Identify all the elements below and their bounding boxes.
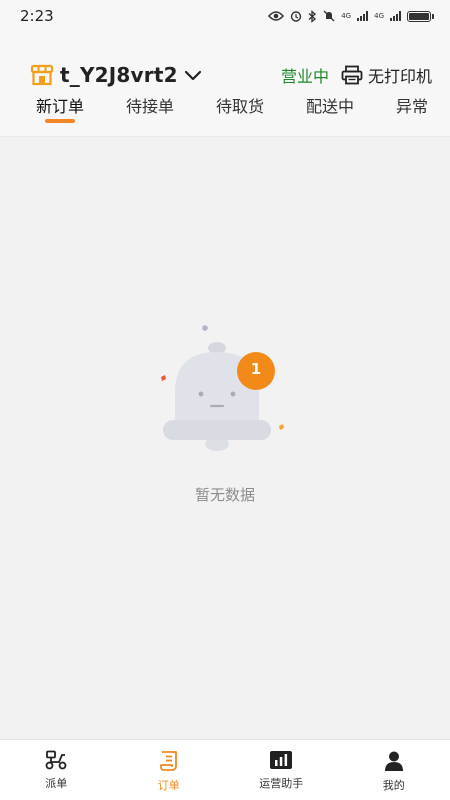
business-status[interactable]: 营业中: [281, 63, 329, 87]
tab-exception[interactable]: 异常: [396, 90, 428, 134]
status-bar: 2:23 4G 4G: [0, 0, 450, 32]
battery-icon: [407, 10, 431, 22]
nav-dispatch[interactable]: 派单: [11, 740, 101, 791]
bluetooth-icon: [308, 9, 317, 23]
signal-icon: [357, 11, 369, 21]
printer-icon: [341, 65, 363, 85]
battery-tip: [432, 13, 434, 19]
nav-profile[interactable]: 我的: [349, 740, 439, 793]
tab-delivering[interactable]: 配送中: [306, 90, 354, 134]
chart-icon: [270, 751, 293, 769]
status-icons: 4G 4G: [268, 9, 434, 23]
store-selector[interactable]: t_Y2J8vrt2: [30, 63, 202, 87]
store-name: t_Y2J8vrt2: [60, 63, 178, 87]
store-icon: [30, 64, 54, 86]
user-icon: [384, 751, 403, 771]
scooter-icon: [45, 750, 67, 770]
app-header: t_Y2J8vrt2 营业中 无打印机 新订单 待接单 待取货 配送中 异常: [0, 32, 450, 137]
notification-badge-count: 1: [250, 360, 262, 378]
nav-operations-assistant[interactable]: 运营助手: [236, 740, 326, 791]
tab-new-orders[interactable]: 新订单: [36, 90, 84, 134]
order-list-icon: [159, 751, 177, 771]
chevron-down-icon: [184, 70, 201, 81]
status-time: 2:23: [20, 7, 54, 25]
network-type-1: 4G: [341, 11, 352, 20]
store-row: t_Y2J8vrt2 营业中 无打印机: [30, 60, 432, 90]
printer-status-label: 无打印机: [367, 67, 432, 86]
nav-profile-label: 我的: [382, 779, 405, 792]
nav-orders-label: 订单: [157, 779, 180, 792]
eye-icon: [268, 11, 285, 21]
nav-orders[interactable]: 订单: [124, 740, 214, 793]
network-type-2: 4G: [374, 11, 384, 20]
bottom-nav: 派单 订单 运营助手 我的: [0, 739, 450, 800]
store-status-group: 营业中 无打印机: [281, 63, 432, 87]
signal-icon-2: [390, 11, 401, 21]
alarm-icon: [291, 11, 302, 22]
nav-operations-label: 运营助手: [259, 777, 304, 790]
mute-icon: [323, 10, 335, 22]
tab-pending-accept[interactable]: 待接单: [126, 90, 174, 134]
printer-status-button[interactable]: 无打印机: [341, 63, 432, 87]
empty-message: 暂无数据: [194, 486, 255, 504]
order-tabs: 新订单 待接单 待取货 配送中 异常: [0, 90, 450, 134]
tab-pending-pickup[interactable]: 待取货: [216, 90, 264, 134]
bell-illustration-icon: [161, 325, 284, 451]
nav-dispatch-label: 派单: [45, 777, 68, 790]
empty-state: 1 暂无数据: [0, 320, 450, 510]
